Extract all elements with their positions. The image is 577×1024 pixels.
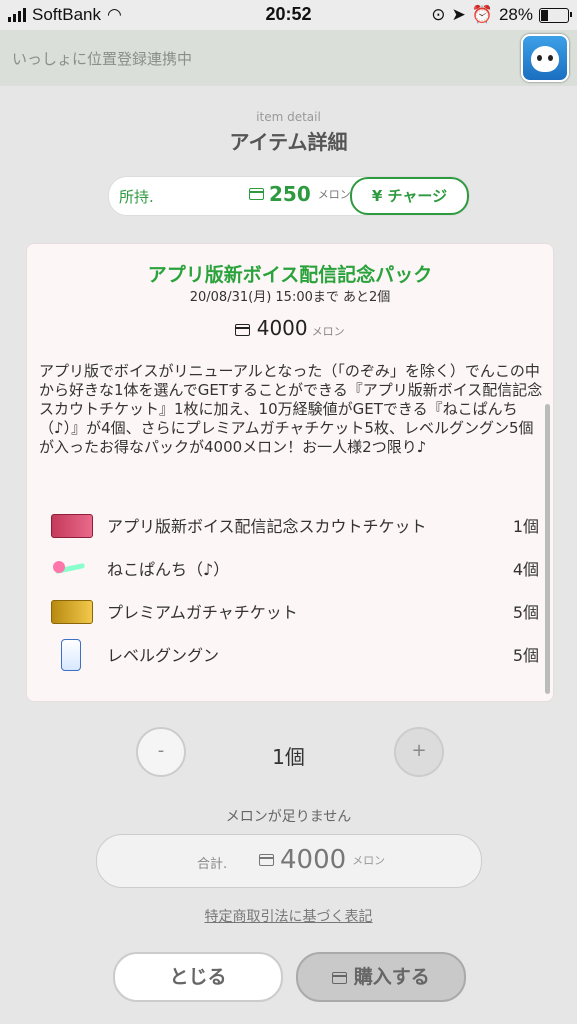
item-name: プレミアムガチャチケット	[107, 603, 298, 622]
level-drink-icon	[61, 639, 81, 671]
wallet-label: 所持.	[119, 188, 154, 206]
pack-description: アプリ版でボイスがリニューアルとなった（「のぞみ」を除く）でんこの中から好きな1…	[39, 362, 543, 456]
item-qty: 4個	[512, 560, 539, 579]
alarm-icon: ⏰	[471, 5, 493, 24]
item-name: アプリ版新ボイス配信記念スカウトチケット	[107, 517, 427, 536]
quantity-display: 1個	[272, 745, 305, 769]
melon-card-icon	[332, 971, 348, 984]
wallet-unit: メロン	[317, 188, 351, 201]
total-unit: メロン	[352, 854, 386, 867]
item-name: レベルグングン	[107, 646, 220, 665]
item-qty: 5個	[512, 646, 539, 665]
wallet-bar: 所持. 250 メロン ¥ チャージ	[108, 176, 470, 216]
wallet-amount-value: 250	[269, 182, 311, 206]
item-qty: 1個	[512, 517, 539, 536]
melon-card-icon	[259, 854, 274, 866]
mascot-face-icon	[531, 46, 559, 72]
wallet-amount: 250 メロン	[249, 182, 351, 206]
location-icon: ➤	[451, 5, 466, 24]
melon-card-icon	[235, 323, 251, 336]
page-subtitle: item detail	[256, 110, 321, 124]
app-icon[interactable]	[521, 34, 569, 82]
list-item: アプリ版新ボイス配信記念スカウトチケット 1個	[49, 506, 539, 549]
location-sync-banner[interactable]: いっしょに位置登録連携中	[0, 30, 577, 86]
lock-rotation-icon: ⊙	[431, 5, 446, 24]
pack-contents-list: アプリ版新ボイス配信記念スカウトチケット 1個 ねこぱんち（♪） 4個 プレミア…	[49, 506, 539, 678]
battery-icon	[539, 7, 572, 23]
increase-quantity-button[interactable]: +	[394, 727, 444, 777]
pack-detail-card: アプリ版新ボイス配信記念パック 20/08/31(月) 15:00まで あと2個…	[26, 243, 554, 702]
pack-price: 4000 メロン	[27, 316, 553, 340]
cat-punch-icon	[51, 557, 91, 579]
pack-scrollbar[interactable]	[545, 404, 550, 694]
pack-title: アプリ版新ボイス配信記念パック	[147, 264, 433, 286]
list-item: プレミアムガチャチケット 5個	[49, 592, 539, 635]
list-item: ねこぱんち（♪） 4個	[49, 549, 539, 592]
buy-label: 購入する	[353, 966, 430, 988]
list-item: レベルグングン 5個	[49, 635, 539, 678]
pack-price-unit: メロン	[311, 325, 345, 338]
item-name: ねこぱんち（♪）	[107, 560, 230, 579]
total-amount: 4000 メロン	[259, 845, 385, 875]
battery-percent: 28%	[498, 5, 533, 24]
pack-deadline: 20/08/31(月) 15:00まで あと2個	[189, 290, 391, 305]
close-button[interactable]: とじる	[113, 952, 283, 1002]
buy-button[interactable]: 購入する	[296, 952, 466, 1002]
pack-price-value: 4000	[256, 316, 308, 340]
scout-ticket-icon	[51, 514, 93, 538]
insufficient-melon-warning: メロンが足りません	[225, 809, 352, 825]
status-bar: SoftBank ◠ 20:52 ⊙ ➤ ⏰ 28%	[0, 0, 577, 30]
total-amount-value: 4000	[280, 845, 347, 875]
gacha-ticket-icon	[51, 600, 93, 624]
location-sync-text: いっしょに位置登録連携中	[12, 50, 193, 68]
melon-card-icon	[249, 188, 264, 200]
legal-notice-link[interactable]: 特定商取引法に基づく表記	[0, 906, 577, 926]
item-qty: 5個	[512, 603, 539, 622]
total-label: 合計.	[197, 857, 228, 872]
total-box: 合計. 4000 メロン	[96, 834, 482, 888]
charge-button[interactable]: ¥ チャージ	[350, 177, 469, 215]
page-title: アイテム詳細	[229, 130, 348, 154]
